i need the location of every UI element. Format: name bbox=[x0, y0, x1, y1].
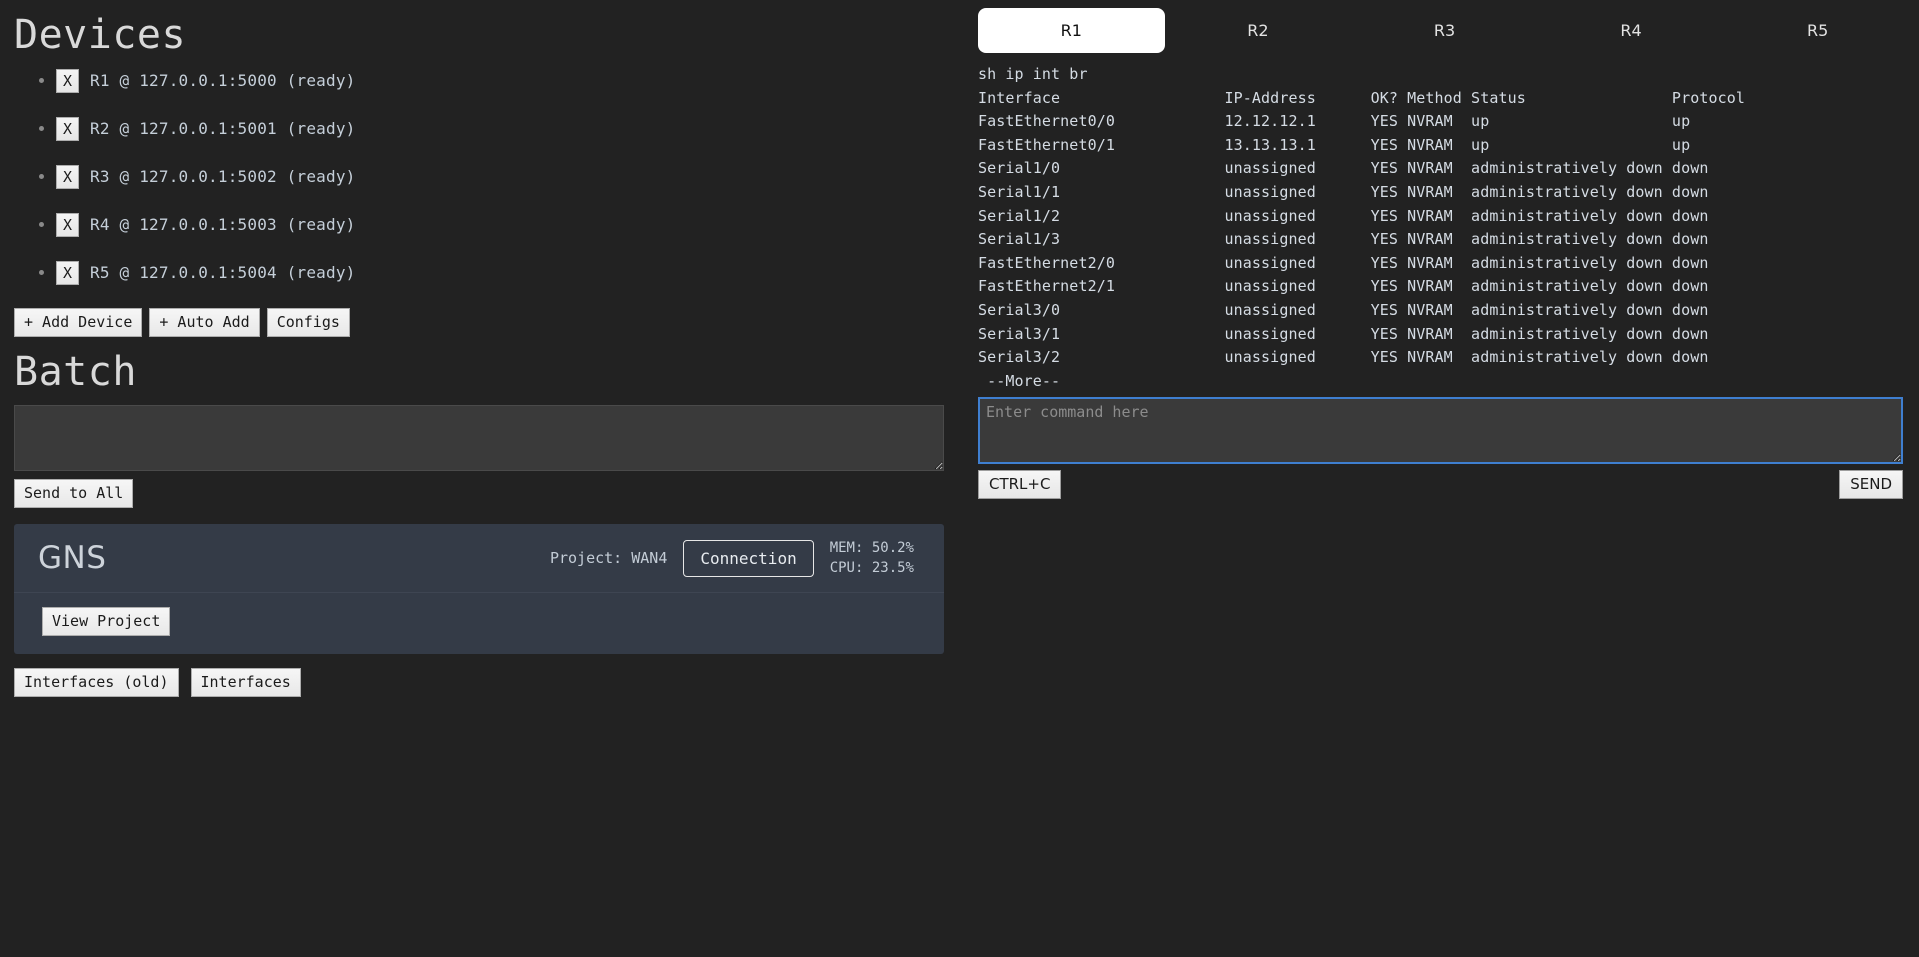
tab-r4[interactable]: R4 bbox=[1538, 8, 1725, 53]
device-label: R3 @ 127.0.0.1:5002 (ready) bbox=[90, 167, 356, 186]
view-project-button[interactable]: View Project bbox=[42, 607, 171, 636]
interfaces-button[interactable]: Interfaces bbox=[190, 668, 301, 697]
console-panel: R1 R2 R3 R4 R5 sh ip int br Interface IP… bbox=[960, 0, 1919, 957]
remove-device-button[interactable]: X bbox=[56, 213, 80, 237]
connection-button[interactable]: Connection bbox=[683, 539, 814, 577]
add-device-button[interactable]: + Add Device bbox=[14, 308, 143, 337]
command-input[interactable] bbox=[978, 397, 1903, 465]
batch-actions-row: Send to All bbox=[14, 479, 960, 508]
cpu-usage-label: CPU: 23.5% bbox=[829, 560, 914, 576]
command-actions-row: CTRL+C SEND bbox=[978, 470, 1903, 500]
interfaces-actions-row: Interfaces (old) Interfaces bbox=[14, 668, 960, 697]
tab-r1[interactable]: R1 bbox=[978, 8, 1165, 53]
devices-title: Devices bbox=[14, 12, 187, 58]
list-item: X R4 @ 127.0.0.1:5003 (ready) bbox=[56, 212, 960, 238]
list-item: X R3 @ 127.0.0.1:5002 (ready) bbox=[56, 164, 960, 190]
gns-panel: GNS Project: WAN4 Connection MEM: 50.2% … bbox=[14, 524, 944, 654]
mem-usage-label: MEM: 50.2% bbox=[829, 540, 914, 556]
tab-r5[interactable]: R5 bbox=[1724, 8, 1911, 53]
gns-project-label: Project: WAN4 bbox=[549, 549, 668, 567]
device-label: R5 @ 127.0.0.1:5004 (ready) bbox=[90, 263, 356, 282]
list-item: X R2 @ 127.0.0.1:5001 (ready) bbox=[56, 116, 960, 142]
remove-device-button[interactable]: X bbox=[56, 261, 80, 285]
gns-logo: GNS bbox=[38, 540, 107, 576]
batch-title: Batch bbox=[14, 349, 137, 395]
send-to-all-button[interactable]: Send to All bbox=[14, 479, 134, 508]
list-item: X R1 @ 127.0.0.1:5000 (ready) bbox=[56, 68, 960, 94]
interfaces-old-button[interactable]: Interfaces (old) bbox=[14, 668, 179, 697]
remove-device-button[interactable]: X bbox=[56, 117, 80, 141]
device-actions-row: + Add Device + Auto Add Configs bbox=[14, 308, 960, 337]
send-button[interactable]: SEND bbox=[1839, 470, 1903, 500]
remove-device-button[interactable]: X bbox=[56, 165, 80, 189]
gns-resource-stats: MEM: 50.2% CPU: 23.5% bbox=[830, 538, 914, 578]
gns-panel-body: View Project bbox=[14, 593, 944, 654]
gns-panel-header: GNS Project: WAN4 Connection MEM: 50.2% … bbox=[14, 524, 944, 593]
batch-command-textarea[interactable] bbox=[14, 405, 944, 471]
device-label: R4 @ 127.0.0.1:5003 (ready) bbox=[90, 215, 356, 234]
device-tabs: R1 R2 R3 R4 R5 bbox=[960, 0, 1919, 53]
auto-add-button[interactable]: + Auto Add bbox=[149, 308, 260, 337]
remove-device-button[interactable]: X bbox=[56, 69, 80, 93]
terminal-output: sh ip int br Interface IP-Address OK? Me… bbox=[978, 65, 1745, 390]
configs-button[interactable]: Configs bbox=[266, 308, 350, 337]
tab-r3[interactable]: R3 bbox=[1351, 8, 1538, 53]
devices-list: X R1 @ 127.0.0.1:5000 (ready) X R2 @ 127… bbox=[0, 68, 960, 286]
device-label: R2 @ 127.0.0.1:5001 (ready) bbox=[90, 119, 356, 138]
gns-header-right: Project: WAN4 Connection MEM: 50.2% CPU:… bbox=[550, 538, 914, 578]
device-label: R1 @ 127.0.0.1:5000 (ready) bbox=[90, 71, 356, 90]
list-item: X R5 @ 127.0.0.1:5004 (ready) bbox=[56, 260, 960, 286]
tab-r2[interactable]: R2 bbox=[1165, 8, 1352, 53]
left-panel: Devices X R1 @ 127.0.0.1:5000 (ready) X … bbox=[0, 0, 960, 697]
app-root: Devices X R1 @ 127.0.0.1:5000 (ready) X … bbox=[0, 0, 1919, 957]
ctrl-c-button[interactable]: CTRL+C bbox=[978, 470, 1062, 500]
